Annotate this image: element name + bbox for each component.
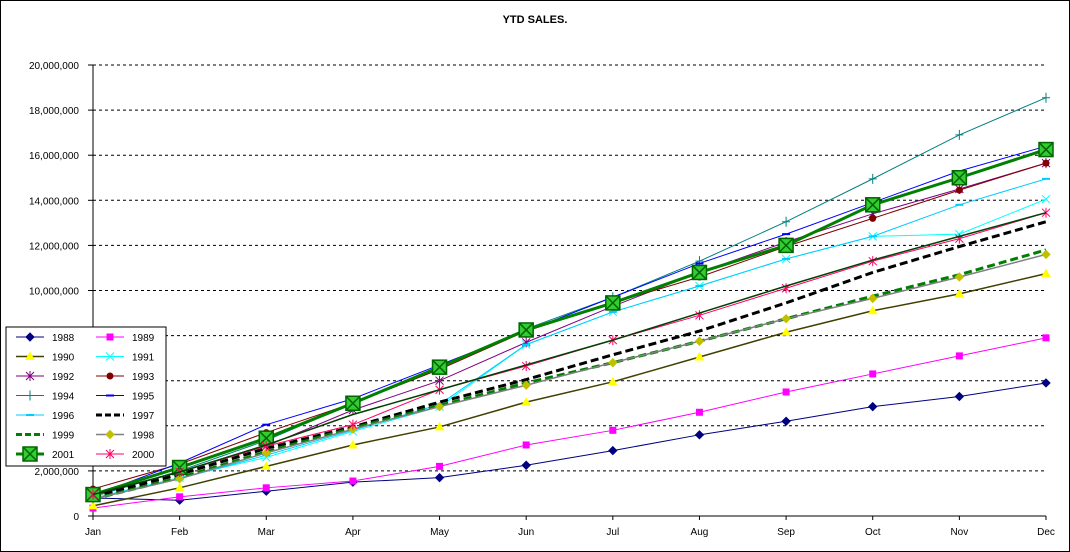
series-line [92,162,1047,490]
data-point [869,370,877,378]
legend-swatch-marker [106,372,114,380]
legend-label: 1988 [52,333,75,344]
series-1988 [88,378,1051,505]
data-point [345,395,361,411]
data-point [262,484,270,492]
series-1989 [89,334,1050,512]
x-tick-label: Sep [777,527,795,538]
data-point [695,408,703,416]
x-tick-label: Mar [258,527,276,538]
data-point [431,359,448,375]
series-2001 [85,141,1054,503]
x-tick-label: Jul [606,527,619,538]
y-tick-label: 2,000,000 [35,467,80,478]
legend-label: 1996 [52,411,75,422]
data-point [176,493,184,501]
y-tick-label: 20,000,000 [29,61,79,72]
y-tick-label: 0 [73,512,79,523]
series-1996 [89,177,1050,501]
data-point [1038,141,1054,158]
series-line [92,211,1047,496]
data-point [868,173,877,184]
x-tick-label: Feb [171,527,189,538]
data-point [781,416,791,426]
data-point [521,460,531,470]
data-point [522,441,530,449]
data-point [782,388,790,396]
data-point [1041,249,1051,260]
data-point [1042,92,1050,103]
x-tick-label: Apr [345,527,361,538]
y-tick-label: 14,000,000 [29,196,79,207]
data-point [518,322,534,338]
legend-label: 2001 [52,450,75,461]
data-point [1041,268,1051,278]
data-point [782,216,791,227]
x-tick-label: Dec [1037,527,1055,538]
data-point [1041,194,1051,204]
data-point [781,313,791,324]
series-line [92,162,1047,497]
data-point [1041,378,1051,388]
data-point [955,352,963,360]
y-tick-label: 10,000,000 [29,287,79,298]
legend-swatch-marker [22,446,38,462]
x-tick-label: Oct [865,527,881,538]
series-line [92,382,1047,501]
series-1990 [88,268,1051,510]
series-1993 [89,159,1050,493]
series-1994 [89,92,1050,502]
data-point [951,170,968,186]
data-point [955,186,963,194]
legend-label: 1997 [132,411,155,422]
data-point [955,129,964,140]
data-point [778,237,794,254]
data-point [436,462,444,470]
data-point [349,477,357,485]
data-point [694,430,705,440]
legend-label: 1992 [52,372,75,383]
data-point [1042,334,1050,342]
x-tick-label: Aug [691,527,709,538]
series-line [92,148,1047,497]
legend-label: 1994 [52,392,75,403]
data-point [1042,159,1050,167]
data-point [434,472,445,483]
legend-label: 1991 [132,353,155,364]
series-unlabeled [92,211,1047,496]
x-tick-label: Jan [85,527,101,538]
x-tick-label: May [430,527,449,538]
legend-label: 1999 [52,431,75,442]
data-point [954,391,965,402]
y-tick-label: 18,000,000 [29,106,79,117]
series-line [92,198,1047,499]
data-point [868,401,878,412]
x-tick-label: Nov [950,527,968,538]
data-point [608,357,618,368]
series-line [92,337,1047,509]
data-point [694,336,705,346]
x-tick-label: Jun [518,527,534,538]
legend-label: 1989 [132,333,155,344]
legend-label: 1998 [132,431,155,442]
data-point [869,214,877,222]
y-tick-label: 16,000,000 [29,151,79,162]
series-line [92,97,1047,498]
legend-swatch-marker [106,333,114,341]
legend-label: 2000 [132,450,155,461]
data-point [608,445,618,456]
data-point [691,264,708,281]
legend-label: 1990 [52,353,75,364]
y-tick-label: 12,000,000 [29,241,79,252]
data-point [605,295,621,311]
legend-label: 1993 [132,372,155,383]
chart-svg: 0 2,000,000 10,000,000 12,000,000 14,000,000… [5,61,1055,538]
data-point [864,197,881,213]
series-line [92,253,1047,500]
data-point [609,426,617,434]
legend-label: 1995 [132,392,155,403]
data-point [348,419,358,430]
series-line [92,212,1047,496]
series-1995 [89,145,1050,497]
